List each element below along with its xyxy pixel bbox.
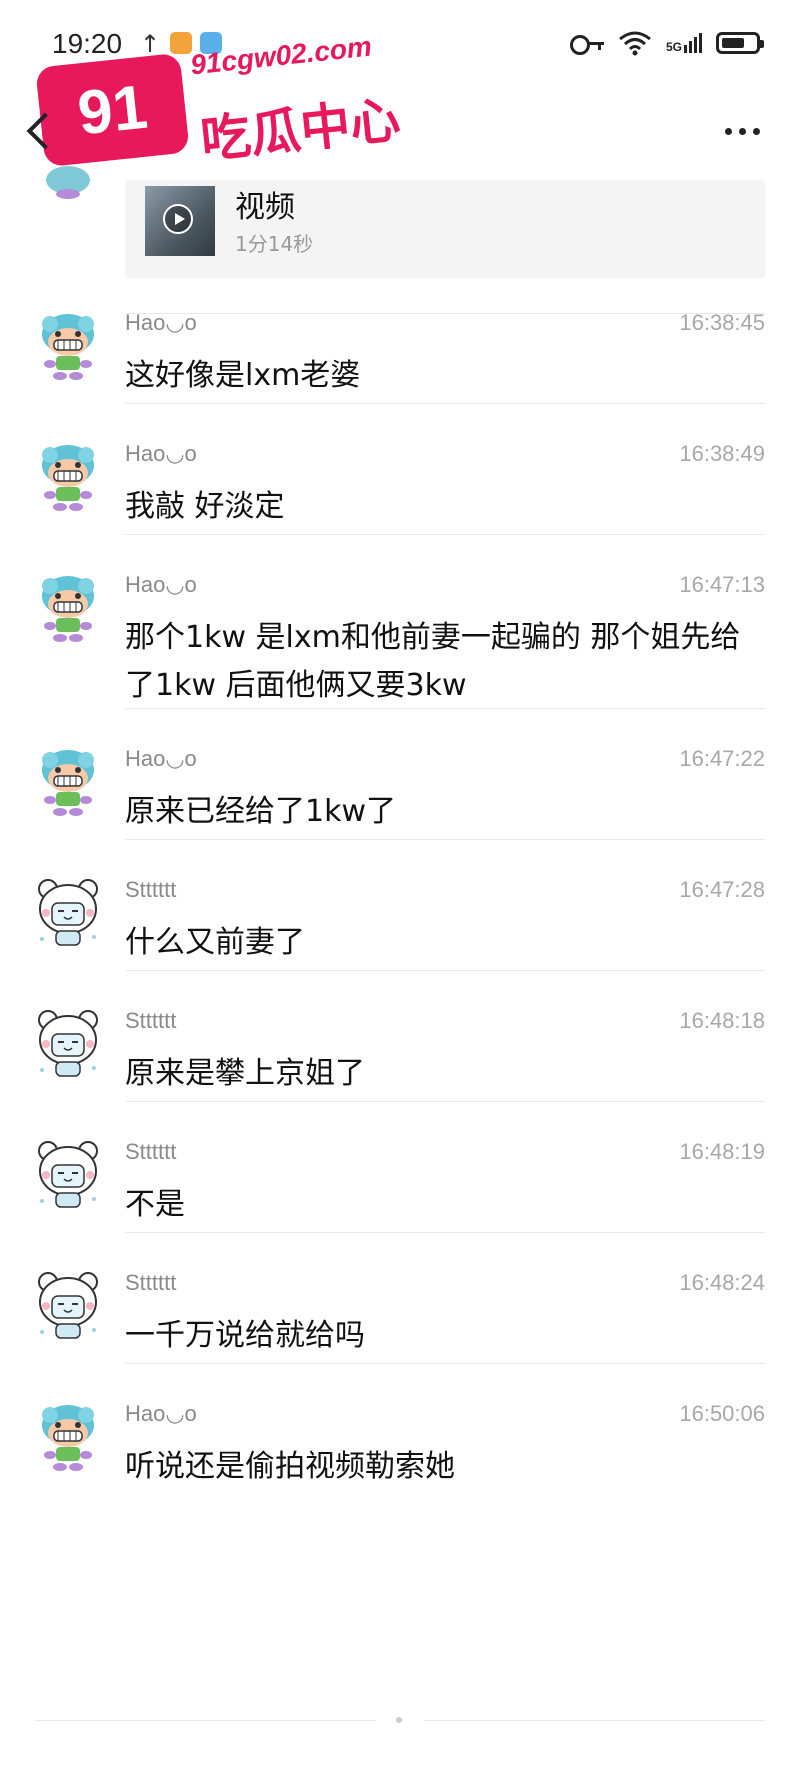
message-text: 原来是攀上京姐了	[125, 1056, 365, 1091]
message-text: 那个1kw 是lxm和他前妻一起骗的 那个姐先给了1kw 后面他俩又要3kw	[125, 620, 741, 703]
message-text: 不是	[125, 1187, 185, 1222]
sender-name: Hao◡o	[125, 572, 197, 597]
scroll-indicator	[396, 1717, 402, 1723]
sender-name: Hao◡o	[125, 441, 197, 466]
sender-name: Hao◡o	[125, 310, 197, 335]
message-divider	[125, 1363, 765, 1364]
video-duration: 1分14秒	[235, 232, 314, 256]
message-timestamp: 16:47:13	[679, 572, 765, 597]
message-timestamp: 16:38:45	[679, 310, 765, 335]
message-divider	[125, 403, 765, 404]
footer-divider-right	[425, 1720, 765, 1721]
message-text: 原来已经给了1kw了	[125, 794, 396, 829]
message-timestamp: 16:47:28	[679, 877, 765, 902]
message-divider	[125, 313, 765, 314]
video-thumbnail[interactable]	[145, 186, 215, 256]
message-divider	[125, 839, 765, 840]
message-timestamp: 16:38:49	[679, 441, 765, 466]
play-icon[interactable]	[163, 204, 193, 234]
more-options-icon[interactable]	[725, 128, 760, 135]
battery-icon	[716, 32, 764, 54]
jellyfish-avatar[interactable]	[36, 310, 100, 382]
message-text: 什么又前妻了	[125, 925, 305, 960]
bear-avatar[interactable]	[36, 1008, 100, 1080]
sender-name: Stttttt	[125, 1139, 177, 1164]
bear-avatar[interactable]	[36, 1139, 100, 1211]
jellyfish-avatar[interactable]	[36, 746, 100, 818]
message-text: 听说还是偷拍视频勒索她	[125, 1449, 455, 1484]
message-timestamp: 16:50:06	[679, 1401, 765, 1426]
cell-signal-icon: 5G	[666, 33, 702, 53]
message-timestamp: 16:48:18	[679, 1008, 765, 1033]
avatar	[46, 166, 90, 199]
battery-fill	[722, 38, 744, 48]
message-timestamp: 16:47:22	[679, 746, 765, 771]
footer-divider-left	[35, 1720, 375, 1721]
message-text: 我敲 好淡定	[125, 489, 285, 524]
message-divider	[125, 970, 765, 971]
video-message[interactable]: 视频 1分14秒	[125, 180, 765, 278]
sender-name: Stttttt	[125, 877, 177, 902]
jellyfish-avatar[interactable]	[36, 1401, 100, 1473]
message-divider	[125, 1101, 765, 1102]
sender-name: Stttttt	[125, 1008, 177, 1033]
message-timestamp: 16:48:24	[679, 1270, 765, 1295]
nav-bar	[0, 92, 800, 180]
video-title: 视频	[235, 190, 295, 225]
sender-name: Hao◡o	[125, 746, 197, 771]
back-chevron-icon[interactable]	[26, 112, 64, 150]
message-divider	[125, 708, 765, 709]
message-text: 一千万说给就给吗	[125, 1318, 365, 1353]
sender-name: Hao◡o	[125, 1401, 197, 1426]
message-divider	[125, 534, 765, 535]
jellyfish-avatar[interactable]	[36, 441, 100, 513]
message-text: 这好像是lxm老婆	[125, 358, 361, 393]
message-timestamp: 16:48:19	[679, 1139, 765, 1164]
wifi-icon	[619, 31, 651, 56]
jellyfish-avatar[interactable]	[36, 572, 100, 644]
bear-avatar[interactable]	[36, 877, 100, 949]
vpn-key-icon	[569, 33, 604, 55]
sender-name: Stttttt	[125, 1270, 177, 1295]
bear-avatar[interactable]	[36, 1270, 100, 1342]
message-divider	[125, 1232, 765, 1233]
network-type-label: 5G	[665, 40, 682, 54]
